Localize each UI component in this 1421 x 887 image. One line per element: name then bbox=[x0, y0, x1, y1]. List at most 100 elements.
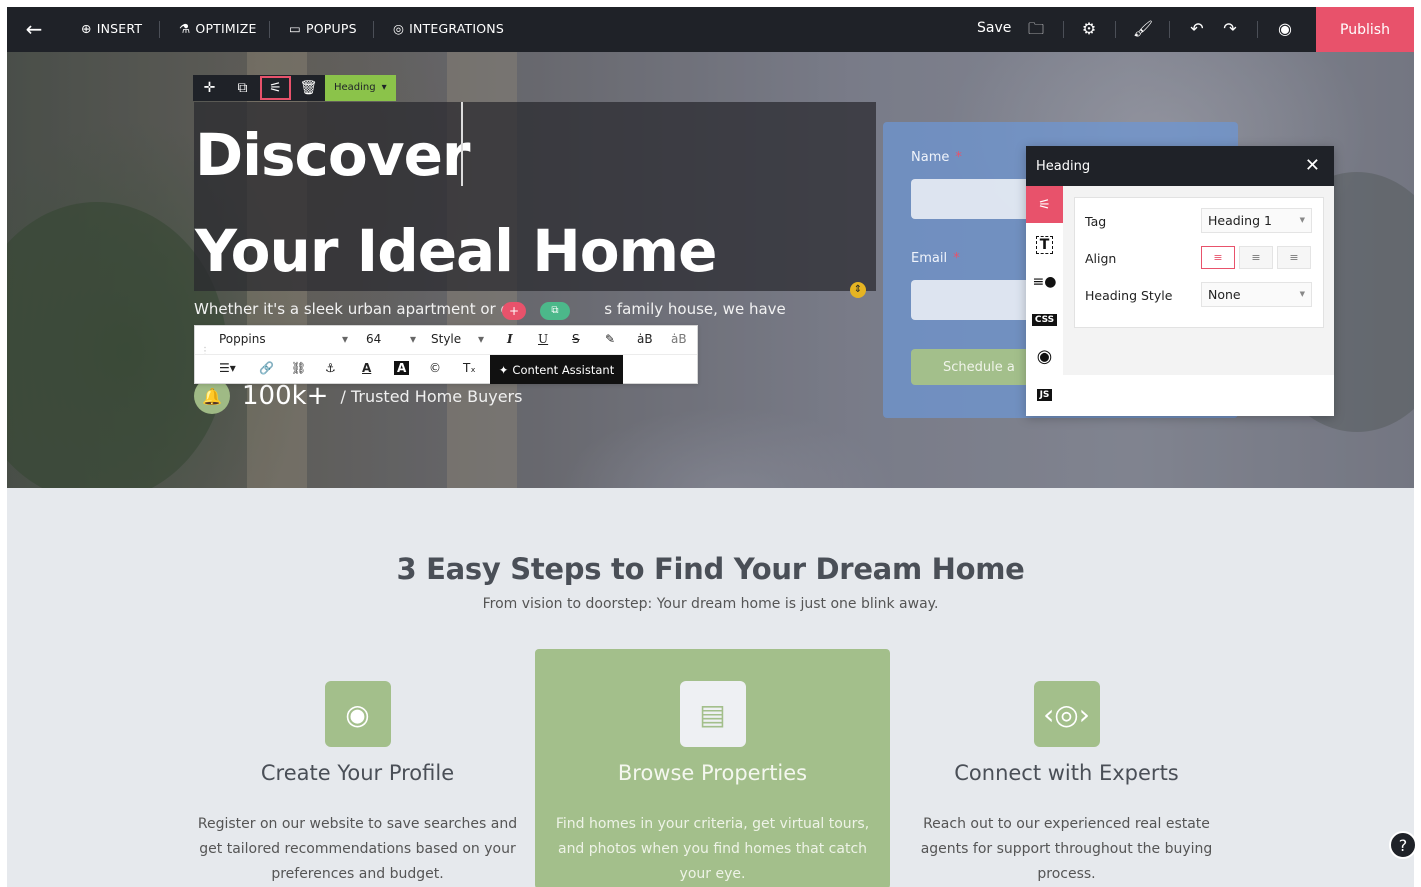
section-subtitle: From vision to doorstep: Your dream home… bbox=[482, 596, 939, 612]
resize-handle-icon[interactable]: ⇕ bbox=[850, 282, 866, 298]
divider bbox=[1115, 21, 1116, 38]
folder-icon[interactable]: 🗀 bbox=[1025, 18, 1047, 40]
style-value: Style bbox=[431, 332, 462, 346]
divider bbox=[1257, 21, 1258, 38]
heading-line-1: Discover bbox=[195, 121, 471, 189]
email-label-text: Email bbox=[911, 251, 948, 266]
clear-case-icon[interactable]: ȧB bbox=[671, 332, 687, 346]
visibility-eye-icon[interactable]: ◉ bbox=[1026, 338, 1063, 375]
step-card: ◉ Create Your Profile Register on our we… bbox=[180, 649, 535, 887]
top-toolbar: ← ⊕ INSERT ⚗ OPTIMIZE ▭ POPUPS ◎ INTEGRA… bbox=[7, 7, 1414, 52]
caret-down-icon[interactable]: ▾ bbox=[478, 332, 484, 346]
duplicate-icon[interactable]: ⧉ bbox=[226, 75, 259, 101]
divider bbox=[1169, 21, 1170, 38]
panel-header: Heading bbox=[1026, 146, 1334, 186]
typography-icon[interactable]: T bbox=[1026, 226, 1063, 263]
divider bbox=[159, 21, 160, 38]
animation-icon[interactable]: ≡● bbox=[1026, 263, 1063, 300]
unlink-icon[interactable]: ⛓ bbox=[291, 361, 306, 375]
step-card-featured: ▤ Browse Properties Find homes in your c… bbox=[535, 649, 890, 887]
css-badge: CSS bbox=[1031, 313, 1058, 326]
align-label: Align bbox=[1085, 251, 1117, 266]
popup-icon: ▭ bbox=[289, 21, 302, 36]
heading-style-label: Heading Style bbox=[1085, 288, 1173, 303]
underline-icon[interactable]: U bbox=[538, 332, 548, 346]
caret-down-icon[interactable]: ▾ bbox=[410, 332, 416, 346]
clear-format-icon[interactable]: Tₓ bbox=[463, 361, 476, 375]
insert-label: INSERT bbox=[96, 21, 143, 36]
stat-number: 100k+ bbox=[242, 381, 329, 411]
tag-select[interactable]: Heading 1 ▼ bbox=[1201, 208, 1312, 233]
content-assistant-button[interactable]: ✦ Content Assistant bbox=[490, 355, 623, 384]
element-type-label: Heading bbox=[334, 82, 376, 93]
heading-settings-panel: Heading ✕ ⚟ T ≡● CSS ◉ JS Tag Heading 1 … bbox=[1026, 146, 1334, 416]
settings-sliders-icon[interactable]: ⚟ bbox=[259, 75, 292, 101]
insert-menu[interactable]: ⊕ INSERT bbox=[81, 21, 142, 36]
publish-button[interactable]: Publish bbox=[1316, 7, 1414, 52]
help-icon[interactable]: ? bbox=[1389, 831, 1417, 859]
css-icon[interactable]: CSS bbox=[1026, 301, 1063, 338]
style-select[interactable]: Style bbox=[431, 332, 461, 346]
align-center-icon[interactable]: ≡ bbox=[1239, 246, 1273, 269]
element-type-dropdown[interactable]: Heading ▾ bbox=[325, 75, 396, 101]
link-icon[interactable]: 🔗 bbox=[259, 361, 274, 375]
font-family-select[interactable]: Poppins bbox=[219, 332, 266, 346]
align-left-icon[interactable]: ≡ bbox=[1201, 246, 1235, 269]
settings-icon[interactable]: ⚙ bbox=[1078, 18, 1100, 40]
align-right-icon[interactable]: ≡ bbox=[1277, 246, 1311, 269]
integrations-icon: ◎ bbox=[393, 21, 405, 36]
anchor-icon[interactable]: ⚓ bbox=[325, 361, 336, 375]
card-description: Register on our website to save searches… bbox=[197, 816, 518, 882]
panel-body: Tag Heading 1 ▼ Align ≡ ≡ ≡ Heading Styl… bbox=[1063, 186, 1334, 375]
highlight-pen-icon[interactable]: ✎ bbox=[605, 332, 615, 346]
background-color-icon[interactable]: A bbox=[394, 361, 410, 375]
optimize-menu[interactable]: ⚗ OPTIMIZE bbox=[179, 21, 257, 36]
panel-title: Heading bbox=[1036, 158, 1091, 174]
add-element-icon[interactable]: + bbox=[502, 302, 526, 320]
popups-menu[interactable]: ▭ POPUPS bbox=[289, 21, 357, 36]
js-icon[interactable]: JS bbox=[1026, 376, 1063, 413]
subtext-start: Whether it's a sleek urban apartment or … bbox=[194, 300, 509, 318]
plus-circle-icon: ⊕ bbox=[81, 21, 92, 36]
steps-section: 3 Easy Steps to Find Your Dream Home Fro… bbox=[7, 488, 1414, 887]
required-mark: * bbox=[955, 150, 962, 165]
text-cursor bbox=[461, 102, 463, 186]
text-color-icon[interactable]: A bbox=[362, 361, 371, 375]
undo-icon[interactable]: ↶ bbox=[1186, 18, 1208, 40]
paint-roller-icon[interactable]: 🖌 bbox=[1132, 18, 1154, 40]
integrations-menu[interactable]: ◎ INTEGRATIONS bbox=[393, 21, 504, 36]
flask-icon: ⚗ bbox=[179, 21, 191, 36]
settings-group: Tag Heading 1 ▼ Align ≡ ≡ ≡ Heading Styl… bbox=[1074, 197, 1324, 328]
required-mark: * bbox=[953, 251, 960, 266]
italic-icon[interactable]: I bbox=[507, 332, 513, 346]
font-size-select[interactable]: 64 bbox=[366, 332, 381, 346]
divider bbox=[1063, 21, 1064, 38]
popups-label: POPUPS bbox=[306, 21, 357, 36]
heading-style-select[interactable]: None ▼ bbox=[1201, 282, 1312, 307]
stat-label: / Trusted Home Buyers bbox=[340, 386, 523, 406]
text-case-icon[interactable]: ȧB bbox=[637, 332, 653, 346]
copyright-icon[interactable]: © bbox=[429, 361, 441, 375]
user-circle-icon: ◉ bbox=[324, 681, 391, 747]
eye-icon[interactable]: ◉ bbox=[1274, 18, 1296, 40]
hero-heading[interactable]: Discover Your Ideal Home bbox=[195, 107, 717, 299]
redo-icon[interactable]: ↷ bbox=[1219, 18, 1241, 40]
trash-icon[interactable]: 🗑 bbox=[292, 75, 325, 101]
arrow-left-icon[interactable]: ← bbox=[19, 17, 49, 43]
move-icon[interactable]: ✛ bbox=[193, 75, 226, 101]
save-button[interactable]: Save bbox=[977, 20, 1011, 36]
list-indent-icon[interactable]: ☰▾ bbox=[219, 361, 236, 375]
element-toolbar: ✛ ⧉ ⚟ 🗑 Heading ▾ bbox=[193, 75, 396, 101]
email-label: Email * bbox=[911, 251, 960, 266]
section-title: 3 Easy Steps to Find Your Dream Home bbox=[396, 552, 1025, 586]
name-label: Name * bbox=[911, 150, 962, 165]
close-icon[interactable]: ✕ bbox=[1305, 155, 1320, 176]
step-card: ‹◎› Connect with Experts Reach out to ou… bbox=[889, 649, 1244, 887]
integrations-label: INTEGRATIONS bbox=[409, 21, 504, 36]
subtext-end: s family house, we have bbox=[604, 300, 786, 318]
caret-down-icon[interactable]: ▾ bbox=[342, 332, 348, 346]
settings-sliders-icon[interactable]: ⚟ bbox=[1026, 186, 1063, 223]
card-description: Find homes in your criteria, get virtual… bbox=[555, 816, 870, 882]
copy-element-icon[interactable]: ⧉ bbox=[540, 302, 570, 320]
strikethrough-icon[interactable]: S bbox=[572, 332, 580, 346]
